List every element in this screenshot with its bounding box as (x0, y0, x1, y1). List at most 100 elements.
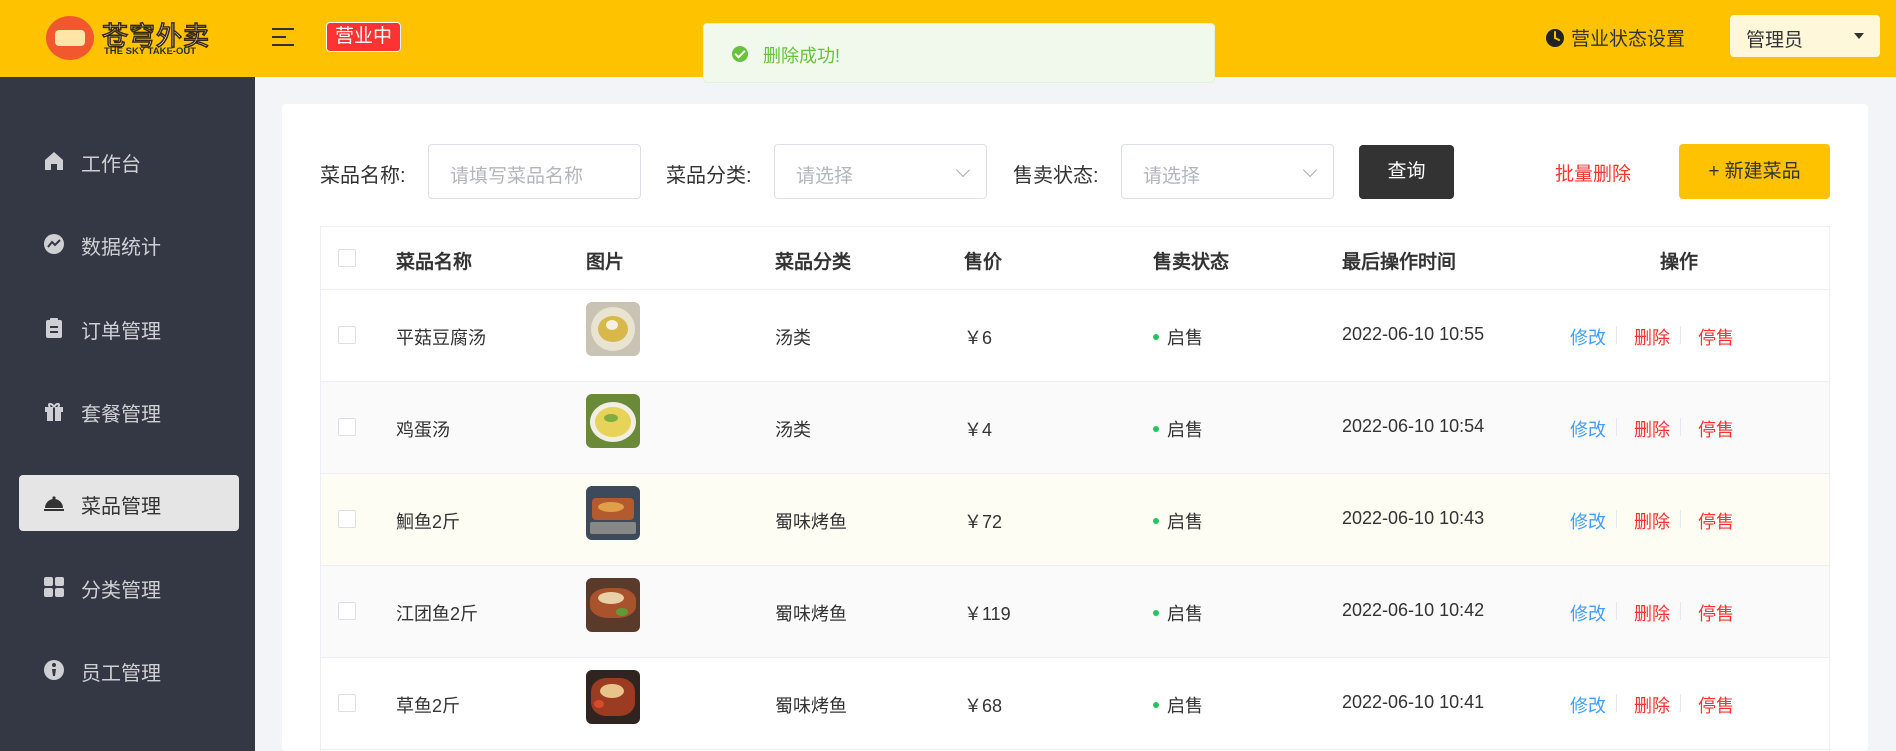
delete-link[interactable]: 删除 (1634, 416, 1670, 442)
sale-status-text: 启售 (1167, 604, 1203, 624)
sale-status: 启售 (1153, 324, 1203, 350)
chart-icon (44, 234, 64, 254)
sale-status-text: 启售 (1167, 328, 1203, 348)
toggle-sale-link[interactable]: 停售 (1698, 692, 1734, 718)
dish-name-input[interactable]: 请填写菜品名称 (428, 144, 641, 199)
sidebar-item-combos[interactable]: 套餐管理 (19, 383, 239, 439)
dish-category-select[interactable]: 请选择 (774, 144, 987, 199)
dish-price: ￥4 (964, 420, 993, 440)
sale-status-text: 启售 (1167, 696, 1203, 716)
sidebar-item-label: 工作台 (81, 154, 141, 176)
employee-icon (44, 660, 64, 680)
dish-category: 蜀味烤鱼 (775, 512, 847, 532)
logo-mark-icon (46, 16, 94, 60)
caret-down-icon (1854, 33, 1864, 39)
delete-link[interactable]: 删除 (1634, 692, 1670, 718)
sidebar-item-workbench[interactable]: 工作台 (19, 133, 239, 189)
sale-status-select[interactable]: 请选择 (1121, 144, 1334, 199)
business-status-setting-label: 营业状态设置 (1571, 29, 1686, 50)
edit-link[interactable]: 修改 (1570, 600, 1606, 626)
column-header-name: 菜品名称 (396, 252, 473, 273)
sidebar-item-label: 套餐管理 (81, 404, 161, 426)
sidebar-item-label: 员工管理 (81, 663, 161, 685)
sidebar-item-statistics[interactable]: 数据统计 (19, 216, 239, 272)
dish-name-label: 菜品名称: (320, 165, 406, 187)
dish-price: ￥68 (964, 696, 1003, 716)
delete-link[interactable]: 删除 (1634, 600, 1670, 626)
action-divider (1616, 418, 1617, 436)
cloche-icon (44, 496, 64, 511)
edit-link[interactable]: 修改 (1570, 416, 1606, 442)
dish-category: 汤类 (775, 328, 811, 348)
row-checkbox[interactable] (338, 602, 356, 620)
toggle-sale-link[interactable]: 停售 (1698, 508, 1734, 534)
menu-toggle-icon[interactable] (272, 26, 296, 48)
business-status-setting-button[interactable]: 营业状态设置 (1545, 24, 1685, 51)
action-divider (1680, 510, 1681, 528)
toggle-sale-link[interactable]: 停售 (1698, 324, 1734, 350)
success-toast: 删除成功! (703, 23, 1215, 83)
sidebar: 工作台 数据统计 订单管理 套餐管理 菜品管理 分类管理 员工管理 (0, 77, 255, 751)
row-checkbox[interactable] (338, 510, 356, 528)
table-row: 平菇豆腐汤 汤类 ￥6 启售 2022-06-10 10:55 修改 删除 停售 (321, 290, 1829, 382)
column-header-category: 菜品分类 (775, 252, 852, 273)
toggle-sale-link[interactable]: 停售 (1698, 416, 1734, 442)
action-divider (1680, 602, 1681, 620)
sidebar-item-employees[interactable]: 员工管理 (19, 642, 239, 698)
business-status-badge: 营业中 (326, 22, 402, 52)
last-updated-time: 2022-06-10 10:41 (1342, 692, 1485, 712)
user-name: 管理员 (1746, 30, 1804, 51)
status-dot-icon (1153, 610, 1159, 617)
sidebar-item-categories[interactable]: 分类管理 (19, 559, 239, 615)
toggle-sale-link[interactable]: 停售 (1698, 600, 1734, 626)
dish-name: 草鱼2斤 (396, 696, 461, 716)
batch-delete-button[interactable]: 批量删除 (1555, 159, 1631, 186)
action-divider (1680, 694, 1681, 712)
edit-link[interactable]: 修改 (1570, 324, 1606, 350)
edit-link[interactable]: 修改 (1570, 692, 1606, 718)
sale-status-placeholder: 请选择 (1143, 166, 1201, 187)
grid-icon (44, 577, 64, 597)
column-header-price: 售价 (964, 252, 1003, 273)
dish-category-label: 菜品分类: (666, 165, 752, 187)
dish-price: ￥6 (964, 328, 993, 348)
new-dish-button[interactable]: + 新建菜品 (1679, 144, 1830, 199)
sidebar-item-label: 分类管理 (81, 580, 161, 602)
sale-status: 启售 (1153, 508, 1203, 534)
dish-name-placeholder: 请填写菜品名称 (450, 166, 584, 187)
select-all-checkbox[interactable] (338, 249, 356, 267)
edit-link[interactable]: 修改 (1570, 508, 1606, 534)
last-updated-time: 2022-06-10 10:43 (1342, 508, 1485, 528)
dish-name: 鮰鱼2斤 (396, 512, 461, 532)
dish-price: ￥72 (964, 512, 1003, 532)
column-header-actions: 操作 (1660, 252, 1699, 273)
user-menu-dropdown[interactable]: 管理员 (1730, 15, 1880, 57)
sidebar-item-label: 订单管理 (81, 321, 161, 343)
dish-category: 蜀味烤鱼 (775, 696, 847, 716)
dish-image (586, 394, 640, 448)
logo: 苍穹外卖 THE SKY TAKE-OUT (46, 16, 236, 60)
row-checkbox[interactable] (338, 694, 356, 712)
delete-link[interactable]: 删除 (1634, 508, 1670, 534)
table-row: 草鱼2斤 蜀味烤鱼 ￥68 启售 2022-06-10 10:41 修改 删除 … (321, 658, 1829, 750)
table-header: 菜品名称 图片 菜品分类 售价 售卖状态 最后操作时间 操作 (321, 227, 1829, 290)
sale-status: 启售 (1153, 416, 1203, 442)
dish-image (586, 302, 640, 356)
dish-image (586, 486, 640, 540)
action-divider (1680, 326, 1681, 344)
last-updated-time: 2022-06-10 10:54 (1342, 416, 1485, 436)
sidebar-item-label: 菜品管理 (81, 496, 161, 518)
row-checkbox[interactable] (338, 418, 356, 436)
table-row: 江团鱼2斤 蜀味烤鱼 ￥119 启售 2022-06-10 10:42 修改 删… (321, 566, 1829, 658)
column-header-image: 图片 (586, 252, 625, 273)
query-button[interactable]: 查询 (1359, 145, 1454, 199)
clock-icon (1546, 28, 1564, 47)
sidebar-item-dishes[interactable]: 菜品管理 (19, 475, 239, 531)
sale-status: 启售 (1153, 692, 1203, 718)
delete-link[interactable]: 删除 (1634, 324, 1670, 350)
sale-status-text: 启售 (1167, 512, 1203, 532)
row-checkbox[interactable] (338, 326, 356, 344)
sidebar-item-orders[interactable]: 订单管理 (19, 300, 239, 356)
dish-category-placeholder: 请选择 (796, 166, 854, 187)
dish-image (586, 578, 640, 632)
